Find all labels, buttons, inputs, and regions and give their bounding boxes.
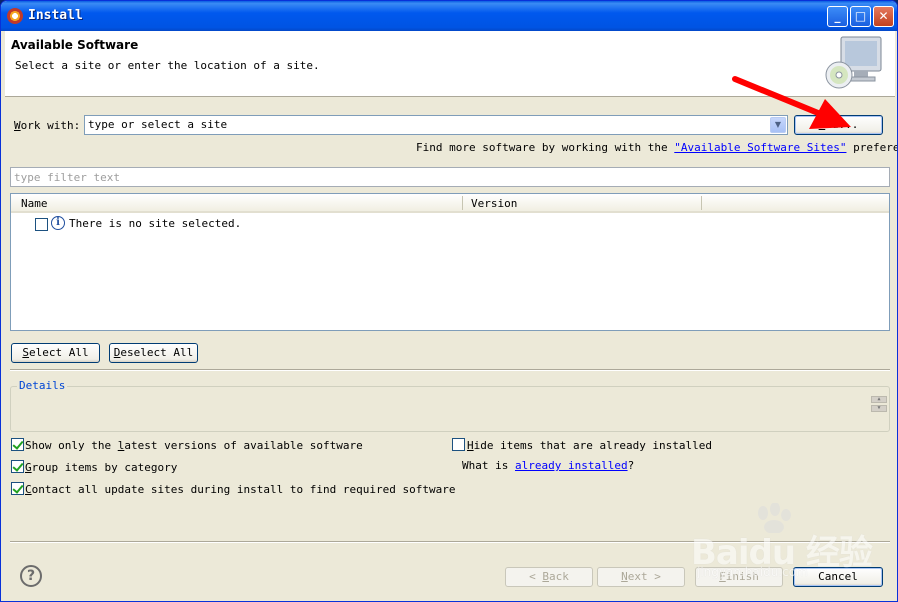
window-title: Install [28,8,83,23]
close-button[interactable]: ✕ [873,6,894,27]
contact-sites-checkbox[interactable] [11,482,24,495]
baidu-watermark: Baidu 经验 jingyan.baidu.com [691,503,891,593]
red-arrow-annotation [732,76,851,129]
hide-installed-checkbox[interactable] [452,438,465,451]
next-button[interactable]: Next > [597,567,685,587]
minimize-button[interactable]: _ [827,6,848,27]
work-with-combo[interactable]: type or select a site ▼ [84,115,788,135]
work-with-label: Work with: [14,119,81,132]
software-tree[interactable]: Name Version i There is no site selected… [10,193,890,331]
find-more-text: Find more software by working with the "… [416,141,897,154]
page-description: Select a site or enter the location of a… [15,59,320,72]
watermark-url: jingyan.baidu.com [697,565,808,579]
already-installed-link[interactable]: already installed [515,459,628,472]
row-checkbox[interactable] [35,218,48,231]
what-is-installed-text: What is already installed? [462,459,635,472]
latest-versions-label: Show only the latest versions of availab… [25,439,363,452]
group-by-category-checkbox[interactable] [11,460,24,473]
column-separator[interactable] [701,196,702,210]
tree-header: Name Version [11,194,889,213]
column-name[interactable]: Name [21,197,48,210]
column-separator[interactable] [462,196,463,210]
filter-placeholder: type filter text [14,171,120,184]
page-title: Available Software [11,38,139,52]
column-version[interactable]: Version [471,197,517,210]
maximize-button[interactable]: □ [850,6,871,27]
scroll-down-icon[interactable]: ▼ [871,405,887,412]
scroll-up-icon[interactable]: ▲ [871,396,887,403]
contact-sites-label: Contact all update sites during install … [25,483,456,496]
back-button[interactable]: < Back [505,567,593,587]
available-software-sites-link[interactable]: "Available Software Sites" [674,141,846,154]
install-window: Install _ □ ✕ Available Software Select … [0,0,898,602]
work-with-value: type or select a site [88,118,228,131]
latest-versions-checkbox[interactable] [11,438,24,451]
divider [10,369,890,371]
info-icon: i [51,216,65,230]
details-title: Details [17,379,68,392]
row-text: There is no site selected. [69,217,242,230]
filter-input[interactable]: type filter text [10,167,890,187]
eclipse-icon [7,8,23,24]
help-icon[interactable]: ? [20,565,42,587]
deselect-all-button[interactable]: Deselect All [109,343,198,363]
title-bar[interactable]: Install _ □ ✕ [1,1,897,31]
details-group: Details ▲ ▼ [10,379,890,432]
hide-installed-label: Hide items that are already installed [467,439,713,452]
select-all-button[interactable]: Select All [11,343,100,363]
group-by-category-label: Group items by category [25,461,178,474]
